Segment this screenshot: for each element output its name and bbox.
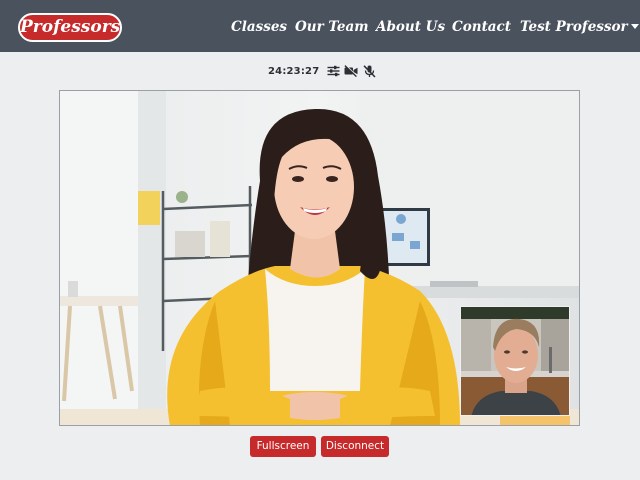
camera-off-icon[interactable] <box>344 64 358 78</box>
fullscreen-button[interactable]: Fullscreen <box>250 436 316 457</box>
brand-logo-button[interactable]: Professors <box>18 13 122 42</box>
top-navbar: Professors Classes Our Team About Us Con… <box>0 0 640 52</box>
call-status-bar: 24:23:27 <box>268 63 380 79</box>
nav-link-contact[interactable]: Contact <box>452 18 511 36</box>
nav-link-our-team[interactable]: Our Team <box>295 18 369 36</box>
settings-sliders-icon[interactable] <box>326 64 340 78</box>
caret-down-icon <box>630 24 639 29</box>
disconnect-button[interactable]: Disconnect <box>321 436 389 457</box>
user-menu-dropdown[interactable]: Test Professor <box>520 18 639 36</box>
self-video-preview <box>460 306 570 416</box>
nav-link-classes[interactable]: Classes <box>231 18 287 36</box>
call-timer: 24:23:27 <box>268 65 320 77</box>
mic-off-icon[interactable] <box>362 64 376 78</box>
user-menu-label: Test Professor <box>520 19 628 35</box>
nav-link-about-us[interactable]: About Us <box>376 18 445 36</box>
